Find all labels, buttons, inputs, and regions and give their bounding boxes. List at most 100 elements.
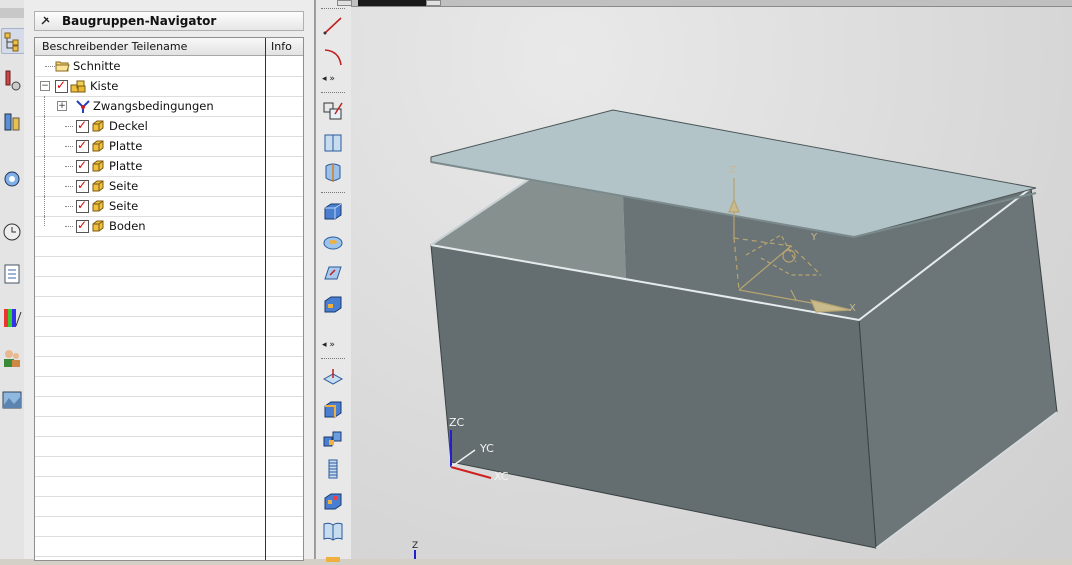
visibility-checkbox[interactable]: [76, 118, 89, 133]
shell-icon[interactable]: [321, 293, 345, 315]
assembly-navigator-icon[interactable]: [1, 28, 25, 54]
resource-bar: [0, 0, 25, 559]
collapse-icon[interactable]: −: [40, 81, 50, 91]
tree-connector: [44, 136, 45, 156]
scroll-left-button[interactable]: [337, 0, 352, 6]
arc-icon[interactable]: [321, 45, 345, 67]
tree-row-kiste[interactable]: − Kiste: [35, 76, 303, 97]
process-studio-icon[interactable]: [1, 262, 23, 286]
visibility-checkbox[interactable]: [76, 178, 89, 193]
assembly-navigator-panel: Baugruppen-Navigator Beschreibender Teil…: [24, 0, 315, 561]
tree-connector: [44, 176, 45, 196]
history-icon[interactable]: [1, 220, 23, 244]
tree-row-boden[interactable]: Boden: [35, 216, 303, 237]
csys-x-label: X: [849, 303, 856, 314]
tree-row-platte-2[interactable]: Platte: [35, 156, 303, 177]
scroll-right-button[interactable]: [426, 0, 441, 6]
tree-connector: [65, 126, 73, 127]
column-divider: [265, 38, 266, 560]
reuse-library-icon[interactable]: [1, 166, 23, 190]
empty-row: [35, 296, 303, 317]
column-header-name[interactable]: Beschreibender Teilename: [42, 40, 187, 53]
tree-item-label: Boden: [109, 219, 146, 233]
empty-row: [35, 516, 303, 537]
cylinder-icon[interactable]: [321, 232, 345, 254]
tree-row-seite-2[interactable]: Seite: [35, 196, 303, 217]
navigator-title: Baugruppen-Navigator: [62, 14, 217, 28]
visibility-checkbox[interactable]: [76, 158, 89, 173]
tree-connector: [65, 206, 73, 207]
part-icon: [92, 200, 104, 212]
tree-item-label: Schnitte: [73, 59, 121, 73]
tree-row-zwangsbedingungen[interactable]: + Zwangsbedingungen: [35, 96, 303, 117]
assembly-icon[interactable]: [321, 490, 345, 512]
part-icon: [92, 180, 104, 192]
constraint-navigator-icon[interactable]: [1, 68, 23, 92]
model-canvas[interactable]: Z X Y ZC YC XC Z: [351, 0, 1072, 559]
line-icon[interactable]: [321, 14, 345, 36]
wcs-xc-label: XC: [494, 470, 509, 483]
extrude-icon[interactable]: [321, 366, 345, 388]
expand-icon[interactable]: +: [57, 101, 67, 111]
empty-row: [35, 476, 303, 497]
visibility-checkbox[interactable]: [76, 218, 89, 233]
viewport-top-bar: [337, 0, 1072, 7]
toolbar-grip[interactable]: [321, 8, 345, 11]
empty-row: [35, 416, 303, 437]
more-icon[interactable]: [321, 552, 345, 562]
tree-connector: [45, 66, 55, 67]
tree-connector: [44, 216, 45, 226]
tree-item-label: Seite: [109, 199, 139, 213]
empty-row: [35, 536, 303, 557]
roles-icon[interactable]: [1, 346, 23, 370]
part-navigator-icon[interactable]: [1, 110, 23, 134]
empty-row: [35, 336, 303, 357]
visibility-checkbox[interactable]: [55, 78, 68, 93]
constraints-icon: [76, 100, 90, 113]
sketch-icon[interactable]: [321, 100, 345, 122]
part-icon: [92, 140, 104, 152]
scroll-left-icon[interactable]: ◂ »: [322, 74, 335, 84]
tree-item-label: Seite: [109, 179, 139, 193]
tree-connector: [44, 96, 45, 116]
csys-y-label: Y: [810, 232, 818, 243]
tree-connector: [65, 186, 73, 187]
resource-bar-tab[interactable]: [0, 8, 24, 18]
visibility-checkbox[interactable]: [76, 198, 89, 213]
tree-row-seite-1[interactable]: Seite: [35, 176, 303, 197]
folder-icon: [55, 60, 70, 72]
empty-row: [35, 236, 303, 257]
book-icon[interactable]: [321, 520, 345, 542]
block-icon[interactable]: [321, 200, 345, 222]
cut-icon[interactable]: [321, 398, 345, 420]
wcs-yc-label: YC: [479, 442, 494, 455]
datum-axis-icon[interactable]: [321, 162, 345, 184]
edge-blend-icon[interactable]: [321, 262, 345, 284]
tree-connector: [44, 156, 45, 176]
tree-row-schnitte[interactable]: Schnitte: [35, 56, 303, 77]
tree-row-platte-1[interactable]: Platte: [35, 136, 303, 157]
empty-row: [35, 356, 303, 377]
toolbar-grip[interactable]: [321, 192, 345, 195]
tree-item-label: Zwangsbedingungen: [93, 99, 214, 113]
pin-icon[interactable]: [39, 15, 51, 27]
toolbar-grip[interactable]: [321, 92, 345, 95]
tree-row-deckel[interactable]: Deckel: [35, 116, 303, 137]
tree-connector: [65, 226, 73, 227]
graphics-window[interactable]: Z X Y ZC YC XC Z: [351, 0, 1072, 559]
assembly-tree: Beschreibender Teilename Info Schnitte −…: [34, 37, 304, 561]
empty-row: [35, 396, 303, 417]
thread-icon[interactable]: [321, 458, 345, 480]
datum-plane-icon[interactable]: [321, 132, 345, 154]
tree-item-label: Deckel: [109, 119, 148, 133]
toolbar-grip[interactable]: [321, 358, 345, 361]
assembly-icon: [70, 80, 86, 93]
tree-item-label: Kiste: [90, 79, 119, 93]
system-scenes-icon[interactable]: [1, 388, 23, 412]
visualization-icon[interactable]: [1, 306, 23, 330]
visibility-checkbox[interactable]: [76, 138, 89, 153]
absolute-z-label: Z: [412, 541, 418, 551]
scroll-left-icon[interactable]: ◂ »: [322, 340, 335, 350]
column-header-info[interactable]: Info: [271, 40, 292, 53]
pattern-icon[interactable]: [321, 428, 345, 450]
